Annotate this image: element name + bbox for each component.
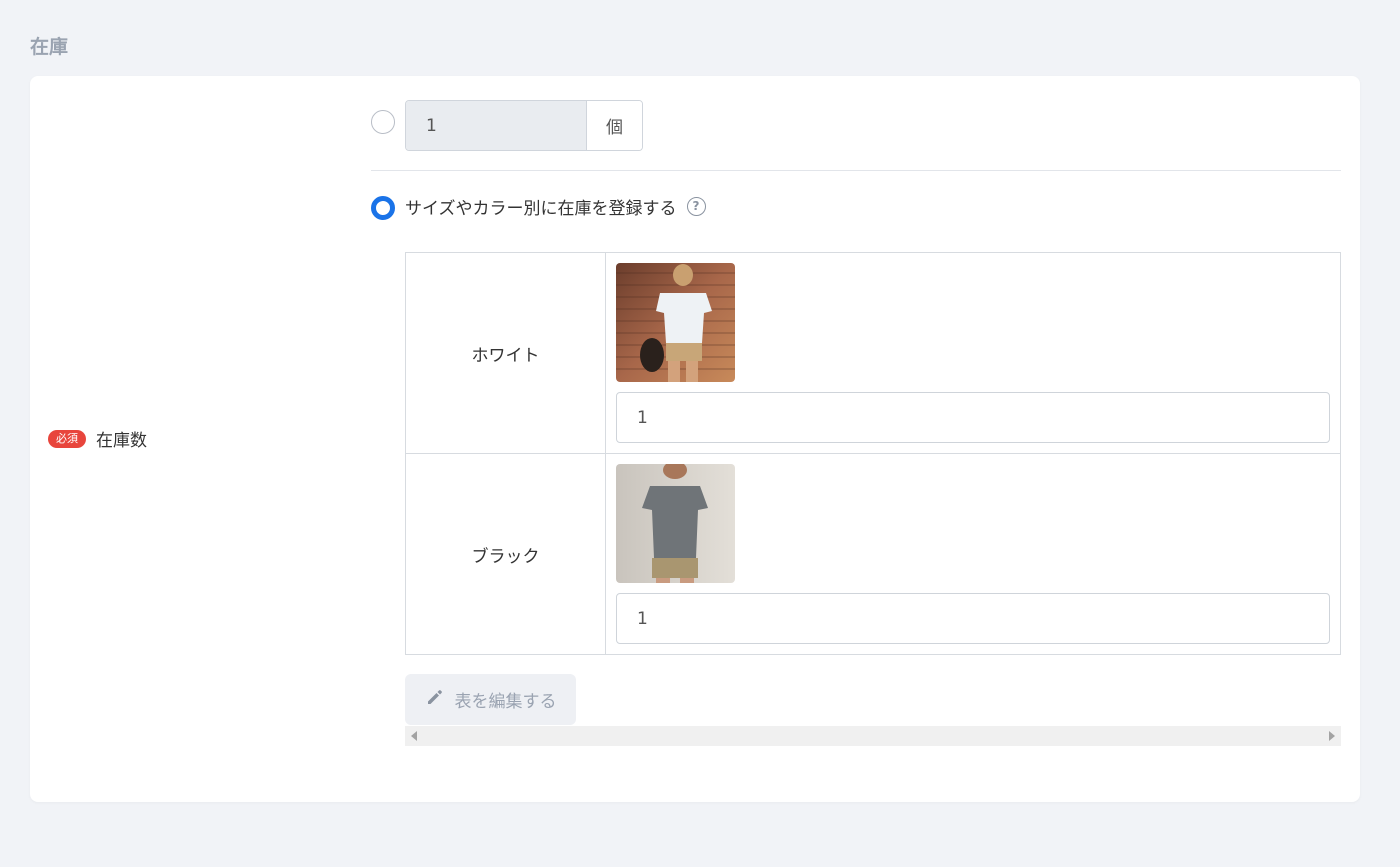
variant-stock-table: ホワイト 1 ブラック 1: [405, 252, 1341, 655]
edit-table-label: 表を編集する: [454, 692, 557, 712]
section-title: 在庫: [30, 36, 69, 58]
divider: [371, 170, 1341, 171]
required-badge: 必須: [48, 429, 86, 448]
single-stock-input[interactable]: [406, 101, 586, 150]
table-row: ブラック: [405, 453, 1341, 655]
pencil-icon: [425, 687, 445, 712]
black-tshirt-photo: [616, 464, 735, 583]
variant-option: サイズやカラー別に在庫を登録する ?: [405, 194, 706, 219]
variant-stock-input[interactable]: [616, 392, 1330, 443]
stock-card: 必須 在庫数 個 サイズやカラー別に在庫を登録する ? ホワイト: [30, 76, 1360, 802]
variant-name: ブラック: [405, 453, 606, 655]
white-tshirt-photo: [616, 263, 735, 382]
field-label: 必須 在庫数: [48, 426, 147, 451]
radio-single-stock[interactable]: [371, 110, 395, 134]
variant-stock-cell: [605, 252, 1341, 454]
variant-stock-input[interactable]: [616, 593, 1330, 644]
single-stock-group: 個: [405, 100, 643, 151]
edit-table-button[interactable]: 表を編集する: [405, 674, 576, 725]
variant-stock-cell: [605, 453, 1341, 655]
stock-unit: 個: [586, 101, 642, 150]
table-row: ホワイト: [405, 252, 1341, 454]
help-icon[interactable]: ?: [686, 197, 706, 216]
horizontal-scrollbar[interactable]: [405, 726, 1341, 746]
variant-option-label[interactable]: サイズやカラー別に在庫を登録する: [405, 194, 677, 219]
scroll-right-icon[interactable]: [1329, 731, 1335, 741]
variant-name: ホワイト: [405, 252, 606, 454]
field-label-text: 在庫数: [96, 431, 147, 451]
scroll-left-icon[interactable]: [411, 731, 417, 741]
radio-variant-stock[interactable]: [371, 196, 395, 220]
